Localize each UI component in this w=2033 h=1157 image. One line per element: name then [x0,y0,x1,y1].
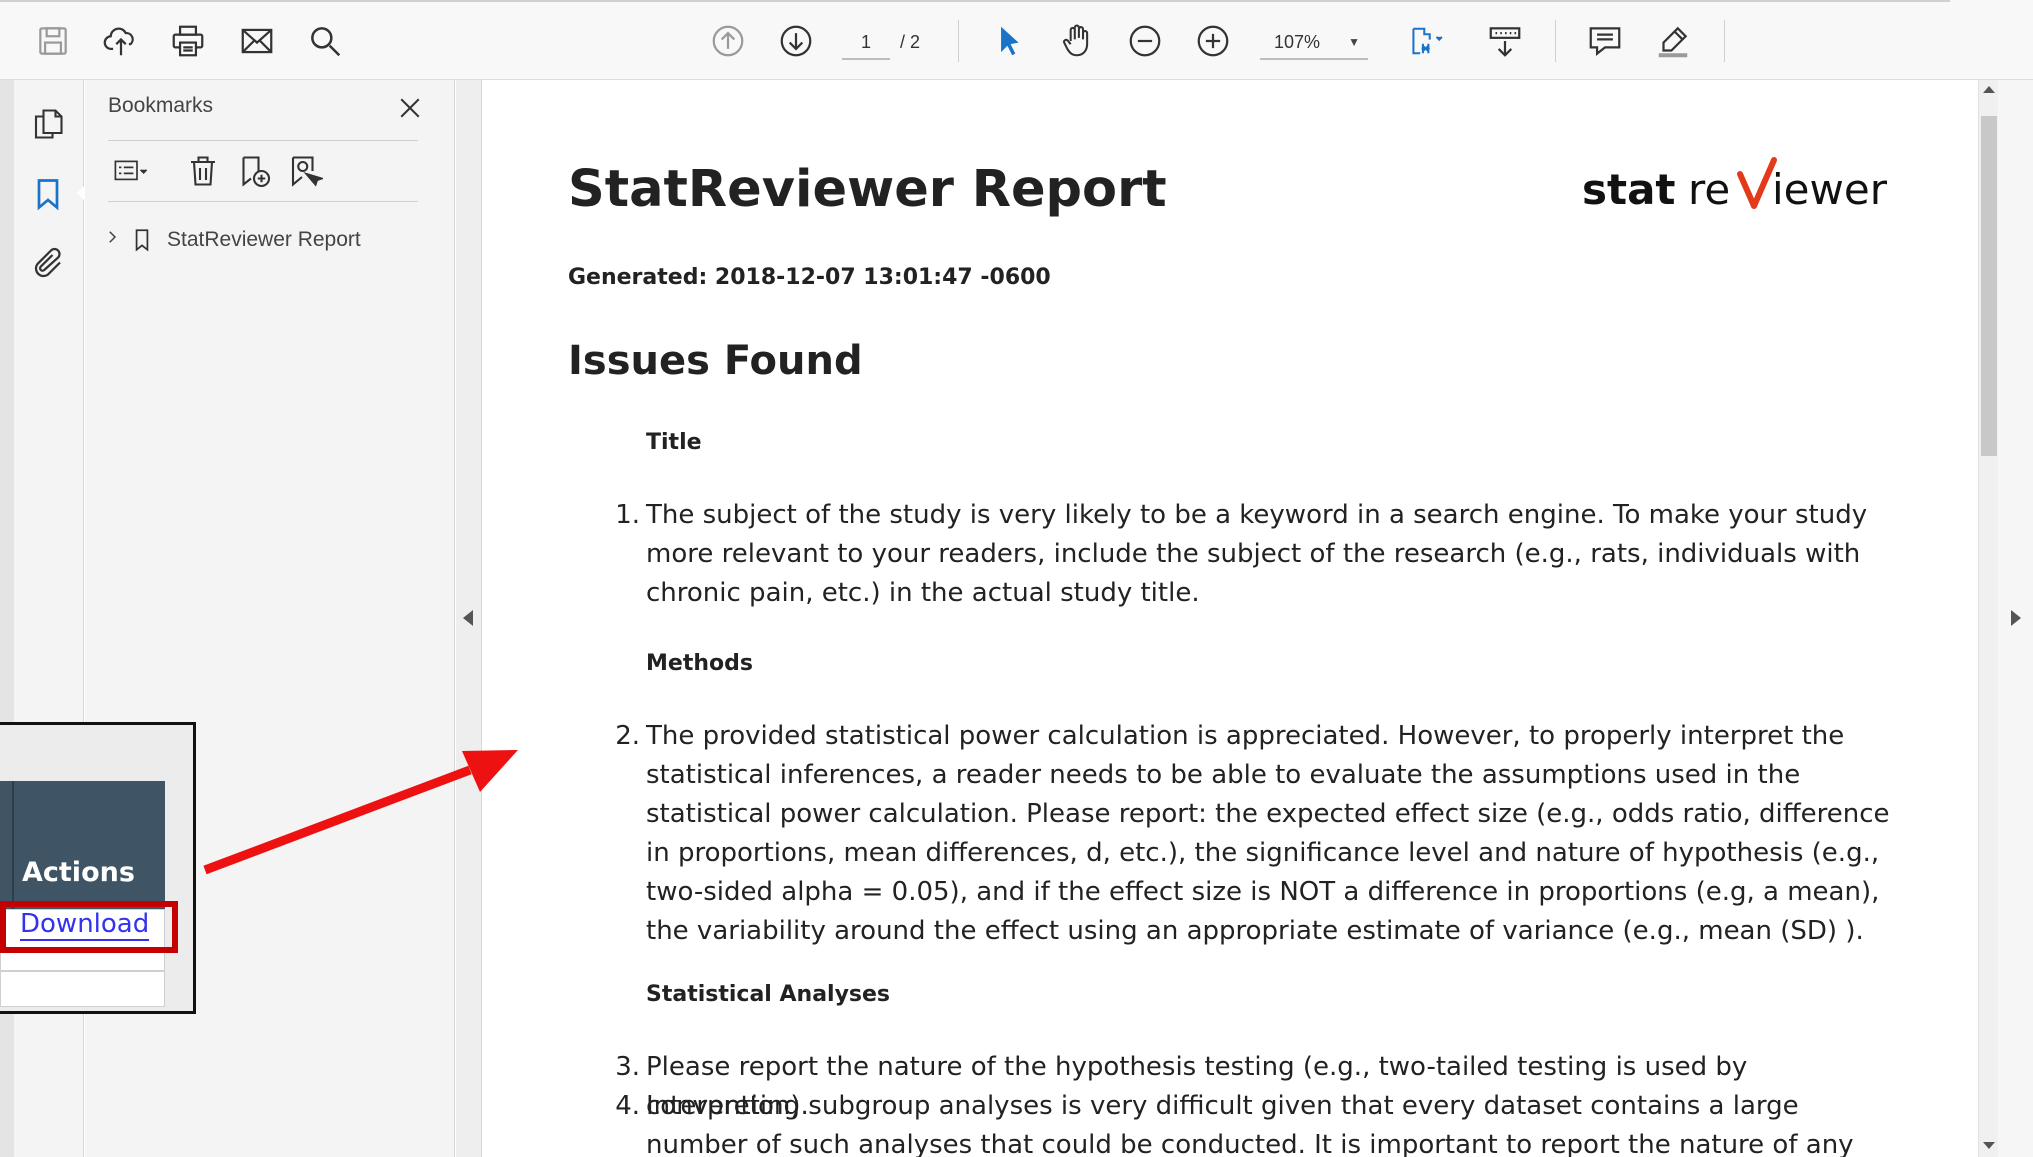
comment-icon[interactable] [1580,16,1630,66]
issue-item: 2. The provided statistical power calcul… [606,717,1896,951]
highlight-box [0,901,178,953]
section-title: Title [646,430,702,455]
panel-title: Bookmarks [108,94,214,117]
generated-timestamp: Generated: 2018-12-07 13:01:47 -0600 [568,265,1051,290]
page-number-input[interactable]: 1 [842,24,890,60]
header-divider [12,781,14,909]
actions-column-header: Actions [22,857,135,888]
logo-text-re: re [1688,165,1730,214]
email-icon[interactable] [232,16,282,66]
save-icon[interactable] [28,16,78,66]
toolbar-divider [1724,20,1725,62]
print-icon[interactable] [163,16,213,66]
inset-callout: Actions Download [0,722,196,1014]
panel-divider [108,140,418,141]
scroll-up-icon[interactable] [1983,86,1995,93]
vertical-scrollbar[interactable] [1978,80,1998,1157]
collapse-left-icon[interactable] [463,610,473,626]
inset-table-header [0,781,165,909]
scroll-mode-icon[interactable] [1480,16,1530,66]
table-cell [0,971,165,1007]
chevron-right-icon[interactable] [103,228,125,252]
previous-page-icon[interactable] [703,16,753,66]
scroll-down-icon[interactable] [1983,1142,1995,1149]
bookmarks-icon[interactable] [26,172,86,216]
bookmark-flag-icon [125,223,159,257]
page-total-label: / 2 [900,32,921,52]
zoom-out-icon[interactable] [1120,16,1170,66]
issues-heading: Issues Found [568,338,863,384]
logo-text-iewer: iewer [1772,165,1888,214]
issue-number: 3. [615,1052,640,1082]
expand-right-icon[interactable] [2011,610,2021,626]
select-cursor-icon[interactable] [984,16,1034,66]
highlight-pen-icon[interactable] [1648,16,1698,66]
page-thumbnails-icon[interactable] [26,102,70,146]
section-statistical-analyses: Statistical Analyses [646,982,891,1007]
section-methods: Methods [646,651,753,676]
toolbar-divider [958,20,959,62]
document-title: StatReviewer Report [568,160,1167,219]
issue-text: Interpreting subgroup analyses is very d… [646,1091,1854,1157]
issue-text: The provided statistical power calculati… [646,721,1890,946]
bookmark-from-selection-icon[interactable] [283,149,327,193]
next-page-icon[interactable] [771,16,821,66]
issue-number: 4. [615,1091,640,1121]
delete-bookmark-icon[interactable] [181,149,225,193]
zoom-level-select[interactable]: 107% ▼ [1260,24,1368,60]
panel-divider [108,201,418,202]
logo-text-stat: stat [1582,165,1676,214]
bookmark-options-icon[interactable] [103,149,159,193]
zoom-in-icon[interactable] [1188,16,1238,66]
close-icon[interactable] [390,88,430,128]
statreviewer-logo: stat re iewer [1582,152,1902,222]
bookmark-item[interactable]: StatReviewer Report [103,220,361,260]
main-toolbar: 1 / 2 107% ▼ [0,0,2033,80]
attachments-icon[interactable] [26,242,70,286]
issue-number: 2. [615,721,640,751]
search-icon[interactable] [300,16,350,66]
document-page: StatReviewer Report stat re iewer Genera… [482,80,1978,1157]
issue-item: 4. Interpreting subgroup analyses is ver… [606,1087,1896,1157]
toolbar-divider [1555,20,1556,62]
cloud-upload-icon[interactable] [96,16,146,66]
bookmark-label: StatReviewer Report [167,228,361,251]
zoom-level-value: 107% [1274,32,1321,52]
right-pane-toggle[interactable] [1998,80,2033,1157]
scrollbar-thumb[interactable] [1981,116,1997,456]
issue-item: 1. The subject of the study is very like… [606,496,1896,613]
hand-tool-icon[interactable] [1052,16,1102,66]
panel-splitter[interactable] [456,80,482,1157]
issue-number: 1. [615,500,640,530]
new-bookmark-icon[interactable] [232,149,276,193]
toolbar-top-border [0,0,1950,4]
chevron-down-icon: ▼ [1348,35,1360,49]
issue-text: The subject of the study is very likely … [646,500,1868,608]
fit-page-icon[interactable] [1397,16,1457,66]
